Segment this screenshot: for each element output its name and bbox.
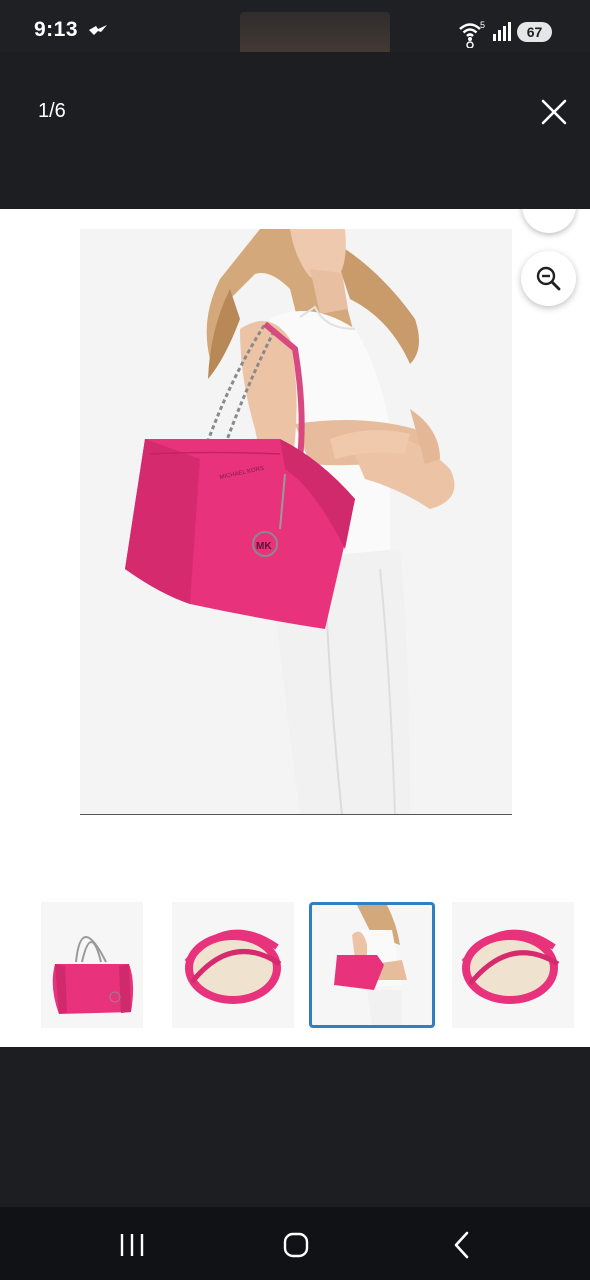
- network-label: 5: [480, 20, 485, 30]
- thumbnail-bag-on-model[interactable]: [309, 902, 435, 1028]
- thumbnail-bag-interior[interactable]: [172, 902, 294, 1028]
- thumbnail-strip: [0, 902, 590, 1032]
- product-main-image[interactable]: MICHAEL KORS MK: [80, 229, 512, 815]
- thumbnail-bag-front[interactable]: [41, 902, 143, 1028]
- thumbnail-bag-interior-2[interactable]: [452, 902, 574, 1028]
- image-viewer-content: MICHAEL KORS MK: [0, 209, 590, 1047]
- viewer-footer: [0, 1047, 590, 1207]
- recent-apps-icon[interactable]: [112, 1225, 152, 1265]
- status-time: 9:13: [34, 18, 79, 41]
- home-icon[interactable]: [276, 1225, 316, 1265]
- zoom-out-button[interactable]: [521, 251, 576, 306]
- zoom-in-button[interactable]: [522, 209, 576, 233]
- signal-icon: [493, 22, 511, 41]
- image-counter: 1/6: [38, 100, 66, 122]
- viewer-header: 1/6: [0, 52, 590, 209]
- system-navigation-bar: [0, 1207, 590, 1280]
- wifi-icon: 5: [459, 20, 485, 48]
- close-icon[interactable]: [538, 96, 570, 128]
- status-bar: 9:13 5 67: [0, 0, 590, 52]
- zoom-out-icon: [536, 266, 561, 291]
- background-app-peek: [240, 12, 390, 52]
- mk-logo: MK: [256, 541, 272, 552]
- back-icon[interactable]: [442, 1225, 482, 1265]
- notification-icon: [89, 25, 107, 35]
- battery-indicator: 67: [517, 22, 552, 42]
